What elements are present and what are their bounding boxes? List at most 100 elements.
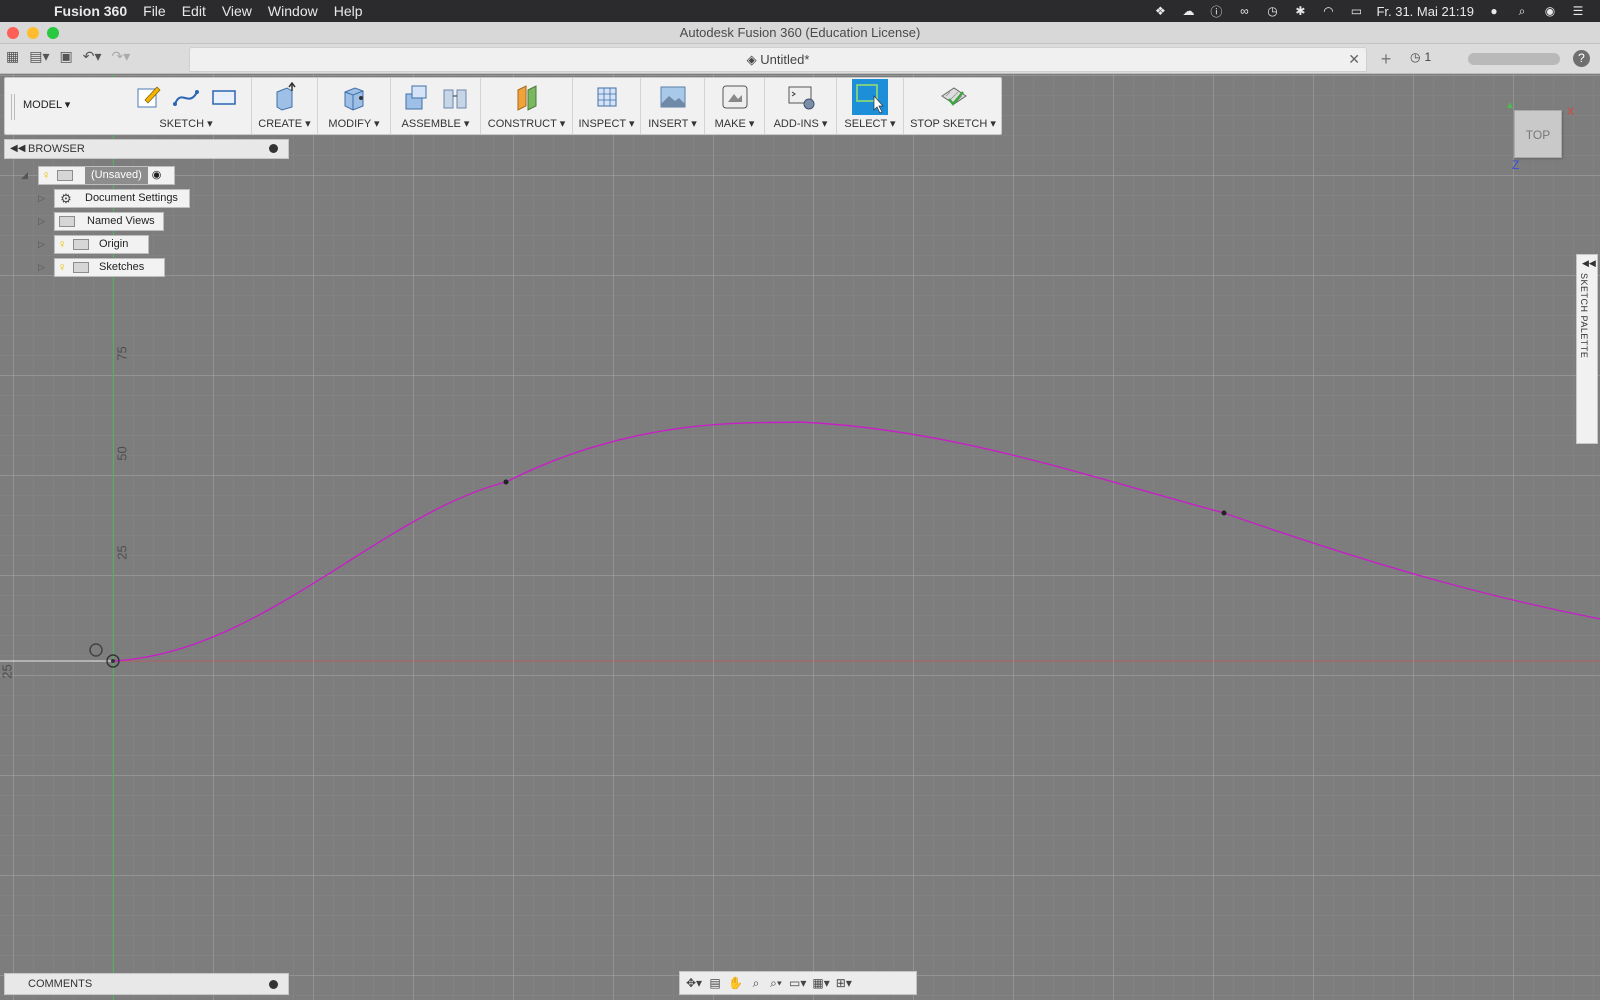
- insert-menu[interactable]: INSERT ▾: [641, 117, 704, 130]
- expand-palette-icon[interactable]: ◀◀: [1582, 258, 1596, 269]
- user-icon[interactable]: ●: [1486, 4, 1502, 18]
- menu-file[interactable]: File: [135, 0, 174, 22]
- save-icon[interactable]: ▣: [60, 48, 73, 65]
- zoom-icon[interactable]: ⌕: [749, 976, 763, 991]
- insert-image-icon[interactable]: [658, 82, 688, 112]
- minimize-window-button[interactable]: [27, 27, 39, 39]
- visibility-bulb-icon[interactable]: ♀: [39, 167, 53, 184]
- design-canvas[interactable]: [0, 74, 1600, 1000]
- 3d-print-icon[interactable]: [720, 82, 750, 112]
- dropbox-icon[interactable]: ❖: [1152, 4, 1168, 18]
- cloud-sync-icon[interactable]: ☁: [1180, 4, 1196, 18]
- press-pull-icon[interactable]: [339, 82, 369, 112]
- extrude-icon[interactable]: [270, 82, 300, 112]
- rectangle-tool-icon[interactable]: [209, 82, 239, 112]
- stop-sketch-icon[interactable]: [938, 82, 968, 112]
- workspace-switcher[interactable]: MODEL ▾: [23, 98, 70, 111]
- modify-menu[interactable]: MODIFY ▾: [318, 117, 390, 130]
- info-icon[interactable]: ⓘ: [1208, 4, 1224, 19]
- fit-point-spline[interactable]: [112, 421, 1600, 662]
- select-menu[interactable]: SELECT ▾: [837, 117, 903, 130]
- view-cube[interactable]: TOP: [1514, 110, 1562, 158]
- y-tick-50: 50: [114, 446, 130, 461]
- menu-help[interactable]: Help: [326, 0, 371, 22]
- workspace-label: MODEL: [23, 99, 62, 111]
- wifi-icon[interactable]: ◠: [1320, 4, 1336, 18]
- spline-fit-point[interactable]: [1221, 510, 1227, 516]
- document-tab[interactable]: ◈ Untitled* ✕: [189, 47, 1367, 72]
- browser-root-node[interactable]: ♀ (Unsaved) ◉: [38, 166, 175, 185]
- select-tool-icon[interactable]: [852, 79, 888, 115]
- construct-menu[interactable]: CONSTRUCT ▾: [481, 117, 572, 130]
- visibility-bulb-icon[interactable]: ♀: [55, 259, 69, 276]
- grid-settings-icon[interactable]: ▦▾: [812, 976, 829, 990]
- user-account-button[interactable]: [1468, 53, 1560, 65]
- select-group: SELECT ▾: [837, 78, 904, 134]
- sketch-menu[interactable]: SKETCH ▾: [121, 117, 251, 130]
- job-status[interactable]: ◷ 1: [1410, 50, 1431, 64]
- time-machine-icon[interactable]: ◷: [1264, 4, 1280, 18]
- data-panel-grid-icon[interactable]: ▦: [6, 48, 19, 65]
- make-menu[interactable]: MAKE ▾: [705, 117, 764, 130]
- menu-window[interactable]: Window: [260, 0, 326, 22]
- activate-radio-icon[interactable]: ◉: [152, 167, 162, 184]
- display-settings-icon[interactable]: ▭▾: [789, 976, 806, 990]
- close-tab-icon[interactable]: ✕: [1348, 48, 1360, 71]
- help-icon[interactable]: ?: [1573, 50, 1590, 67]
- toolbar-grip[interactable]: [11, 94, 15, 120]
- bluetooth-icon[interactable]: ✱: [1292, 4, 1308, 18]
- expand-sketches-icon[interactable]: ▷: [38, 262, 45, 273]
- app-menu[interactable]: Fusion 360: [46, 0, 135, 22]
- stop-sketch-menu[interactable]: STOP SKETCH ▾: [904, 117, 1002, 130]
- menu-view[interactable]: View: [214, 0, 260, 22]
- viewports-icon[interactable]: ⊞▾: [836, 976, 852, 990]
- tree-item-label: Document Settings: [85, 192, 178, 204]
- addins-menu[interactable]: ADD-INS ▾: [765, 117, 836, 130]
- zoom-window-button[interactable]: [47, 27, 59, 39]
- menubar-clock[interactable]: Fr. 31. Mai 21:19: [1376, 4, 1474, 19]
- expand-named-views-icon[interactable]: ▷: [38, 216, 45, 227]
- siri-icon[interactable]: ◉: [1542, 4, 1558, 18]
- create-sketch-icon[interactable]: [133, 82, 163, 112]
- sketch-palette-tab[interactable]: ◀◀ SKETCH PALETTE: [1576, 254, 1598, 444]
- battery-icon[interactable]: ▭: [1348, 4, 1364, 18]
- scripts-addins-icon[interactable]: [786, 82, 816, 112]
- collapse-panel-icon[interactable]: ◀◀: [10, 140, 25, 158]
- pan-hand-icon[interactable]: ✋: [728, 976, 743, 990]
- spline-fit-point[interactable]: [503, 479, 509, 485]
- collapse-root-icon[interactable]: ◢: [21, 170, 28, 181]
- pin-icon[interactable]: [269, 144, 278, 153]
- expand-document-settings-icon[interactable]: ▷: [38, 193, 45, 204]
- close-window-button[interactable]: [7, 27, 19, 39]
- spline-tool-icon[interactable]: [171, 82, 201, 112]
- assemble-menu[interactable]: ASSEMBLE ▾: [391, 117, 480, 130]
- menu-edit[interactable]: Edit: [174, 0, 214, 22]
- add-comment-icon[interactable]: [269, 980, 278, 989]
- tree-item-named-views[interactable]: Named Views: [54, 212, 164, 231]
- joint-icon[interactable]: [440, 82, 470, 112]
- expand-origin-icon[interactable]: ▷: [38, 239, 45, 250]
- look-at-icon[interactable]: ▤: [708, 976, 722, 990]
- create-menu[interactable]: CREATE ▾: [252, 117, 317, 130]
- comments-panel-header[interactable]: COMMENTS: [4, 973, 289, 995]
- notification-center-icon[interactable]: ☰: [1570, 4, 1586, 18]
- tree-item-origin[interactable]: ♀ Origin: [54, 235, 149, 254]
- fit-zoom-icon[interactable]: ⌕▾: [769, 976, 783, 991]
- new-tab-plus-icon[interactable]: +: [1375, 49, 1397, 69]
- new-component-icon[interactable]: [402, 82, 432, 112]
- offset-plane-icon[interactable]: [512, 82, 542, 112]
- undo-icon[interactable]: ↶▾: [83, 48, 102, 65]
- tab-bar: ▦ ▤▾ ▣ ↶▾ ↷▾ ◈ Untitled* ✕ + ◷ 1 ?: [0, 44, 1600, 74]
- redo-icon[interactable]: ↷▾: [112, 48, 131, 65]
- browser-panel-header[interactable]: ◀◀ BROWSER: [4, 139, 289, 159]
- tree-item-sketches[interactable]: ♀ Sketches: [54, 258, 165, 277]
- visibility-bulb-icon[interactable]: ♀: [55, 236, 69, 253]
- tree-item-document-settings[interactable]: ⚙ Document Settings: [54, 189, 190, 208]
- spotlight-search-icon[interactable]: ⌕: [1514, 4, 1530, 18]
- file-menu-icon[interactable]: ▤▾: [29, 48, 49, 65]
- glasses-icon[interactable]: ∞: [1236, 4, 1252, 18]
- measure-icon[interactable]: [592, 82, 622, 112]
- job-count: 1: [1424, 50, 1432, 64]
- orbit-icon[interactable]: ✥▾: [686, 976, 702, 990]
- inspect-menu[interactable]: INSPECT ▾: [573, 117, 640, 130]
